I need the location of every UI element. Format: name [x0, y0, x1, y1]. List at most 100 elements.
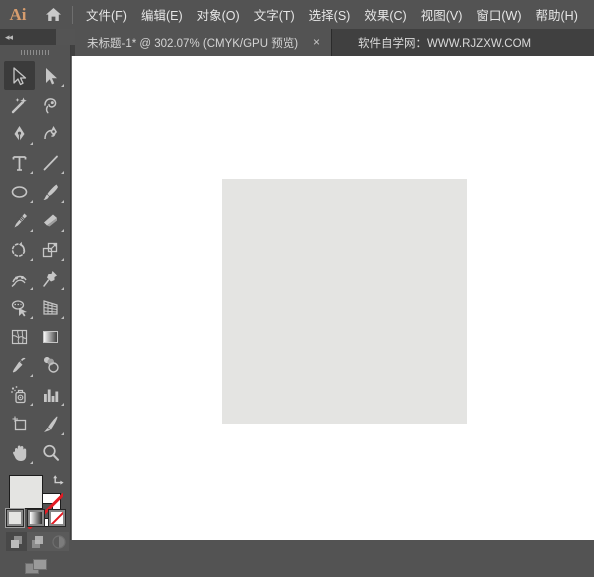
pencil-icon — [14, 213, 27, 227]
perspective-grid-tool[interactable] — [35, 293, 66, 322]
magic-wand-tool[interactable] — [4, 90, 35, 119]
gradient-swatch-icon — [30, 512, 42, 524]
gradient-tool[interactable] — [35, 322, 66, 351]
menu-select[interactable]: 选择(S) — [302, 0, 358, 29]
tool-more-corner-icon — [61, 432, 64, 435]
home-button[interactable] — [36, 0, 70, 29]
collapse-panel-icon[interactable]: ◂◂ — [5, 32, 13, 43]
eyedropper-tool[interactable] — [4, 351, 35, 380]
direct-selection-tool[interactable] — [35, 61, 66, 90]
paintbrush-icon — [43, 184, 58, 200]
menu-effect[interactable]: 效果(C) — [357, 0, 413, 29]
tool-more-corner-icon — [30, 171, 33, 174]
color-button[interactable] — [6, 509, 24, 527]
tool-more-corner-icon — [61, 316, 64, 319]
blend-tool[interactable] — [35, 351, 66, 380]
document-tab[interactable]: 未标题-1* @ 302.07% (CMYK/GPU 预览) × — [75, 29, 333, 56]
draw-behind-icon — [31, 535, 43, 548]
swap-fill-stroke-icon[interactable] — [52, 473, 65, 486]
line-diagonal-icon — [43, 155, 58, 170]
menu-object[interactable]: 对象(O) — [190, 0, 247, 29]
eyedropper-icon — [12, 357, 25, 372]
draw-inside-icon — [51, 534, 66, 549]
menu-edit-label: 编辑(E) — [140, 9, 183, 23]
eraser-icon — [43, 214, 57, 226]
tool-more-corner-icon — [30, 374, 33, 377]
bar-chart-icon — [43, 389, 58, 402]
slice-knife-icon — [43, 416, 57, 432]
slice-tool[interactable] — [35, 409, 66, 438]
canvas-area[interactable] — [71, 56, 594, 540]
menu-view[interactable]: 视图(V) — [414, 0, 470, 29]
illustrator-logo: Ai — [9, 4, 27, 24]
scale-icon — [42, 242, 57, 257]
selection-tool[interactable] — [4, 61, 35, 90]
paintbrush-tool[interactable] — [35, 177, 66, 206]
symbol-sprayer-icon — [10, 385, 26, 403]
draw-behind-mode[interactable] — [27, 532, 48, 551]
hand-tool[interactable] — [4, 438, 35, 467]
tool-more-corner-icon — [30, 316, 33, 319]
drawing-mode-buttons — [6, 532, 69, 551]
mesh-tool[interactable] — [4, 322, 35, 351]
white-arrow-cursor-icon — [45, 67, 57, 84]
home-icon — [45, 8, 61, 21]
fill-swatch[interactable] — [9, 475, 43, 509]
shape-builder-tool[interactable] — [4, 293, 35, 322]
pen-tool[interactable] — [4, 119, 35, 148]
none-button[interactable] — [48, 509, 66, 527]
tool-more-corner-icon — [30, 461, 33, 464]
shape-builder-icon — [11, 299, 27, 316]
gradient-button[interactable] — [27, 509, 45, 527]
shaper-pencil-tool[interactable] — [4, 206, 35, 235]
menu-type[interactable]: 文字(T) — [247, 0, 302, 29]
free-transform-tool[interactable] — [35, 264, 66, 293]
magnifier-icon — [42, 444, 59, 461]
tool-more-corner-icon — [61, 200, 64, 203]
ellipse-icon — [11, 185, 27, 198]
artboard-icon — [12, 416, 26, 430]
column-graph-tool[interactable] — [35, 380, 66, 409]
drag-dots-icon — [21, 49, 49, 55]
menu-object-label: 对象(O) — [196, 9, 240, 23]
artboard-tool[interactable] — [4, 409, 35, 438]
tool-panel-drag-handle[interactable] — [0, 45, 70, 59]
width-tool[interactable] — [4, 264, 35, 293]
zoom-tool[interactable] — [35, 438, 66, 467]
menu-effect-label: 效果(C) — [364, 9, 407, 23]
lasso-icon — [43, 97, 56, 113]
tool-more-corner-icon — [30, 403, 33, 406]
type-tool[interactable] — [4, 148, 35, 177]
line-segment-tool[interactable] — [35, 148, 66, 177]
close-icon[interactable]: × — [310, 36, 323, 49]
rotate-tool[interactable] — [4, 235, 35, 264]
width-warp-icon — [11, 275, 27, 287]
text-t-icon — [12, 155, 26, 171]
menu-help-label: 帮助(H) — [535, 9, 578, 23]
menu-file[interactable]: 文件(F) — [79, 0, 134, 29]
symbol-sprayer-tool[interactable] — [4, 380, 35, 409]
gray-rectangle-shape[interactable] — [222, 179, 467, 424]
lasso-tool[interactable] — [35, 90, 66, 119]
menu-type-label: 文字(T) — [253, 9, 295, 23]
curvature-pen-icon — [43, 125, 57, 139]
draw-inside-mode[interactable] — [48, 532, 69, 551]
menu-window[interactable]: 窗口(W) — [469, 0, 528, 29]
ellipse-tool[interactable] — [4, 177, 35, 206]
menu-edit[interactable]: 编辑(E) — [134, 0, 190, 29]
draw-normal-icon — [10, 535, 22, 548]
draw-normal-mode[interactable] — [6, 532, 27, 551]
document-tab-bar: 未标题-1* @ 302.07% (CMYK/GPU 预览) × 软件自学网：W… — [0, 29, 594, 56]
scale-tool[interactable] — [35, 235, 66, 264]
curvature-tool[interactable] — [35, 119, 66, 148]
pen-nib-icon — [14, 125, 24, 141]
perspective-grid-icon — [42, 299, 58, 315]
menu-help[interactable]: 帮助(H) — [529, 0, 585, 29]
tool-more-corner-icon — [61, 171, 64, 174]
tool-more-corner-icon — [30, 229, 33, 232]
hand-icon — [12, 445, 26, 461]
change-screen-mode-button[interactable] — [24, 557, 48, 577]
eraser-tool[interactable] — [35, 206, 66, 235]
pushpin-icon — [42, 270, 57, 287]
tools-panel — [0, 45, 71, 574]
